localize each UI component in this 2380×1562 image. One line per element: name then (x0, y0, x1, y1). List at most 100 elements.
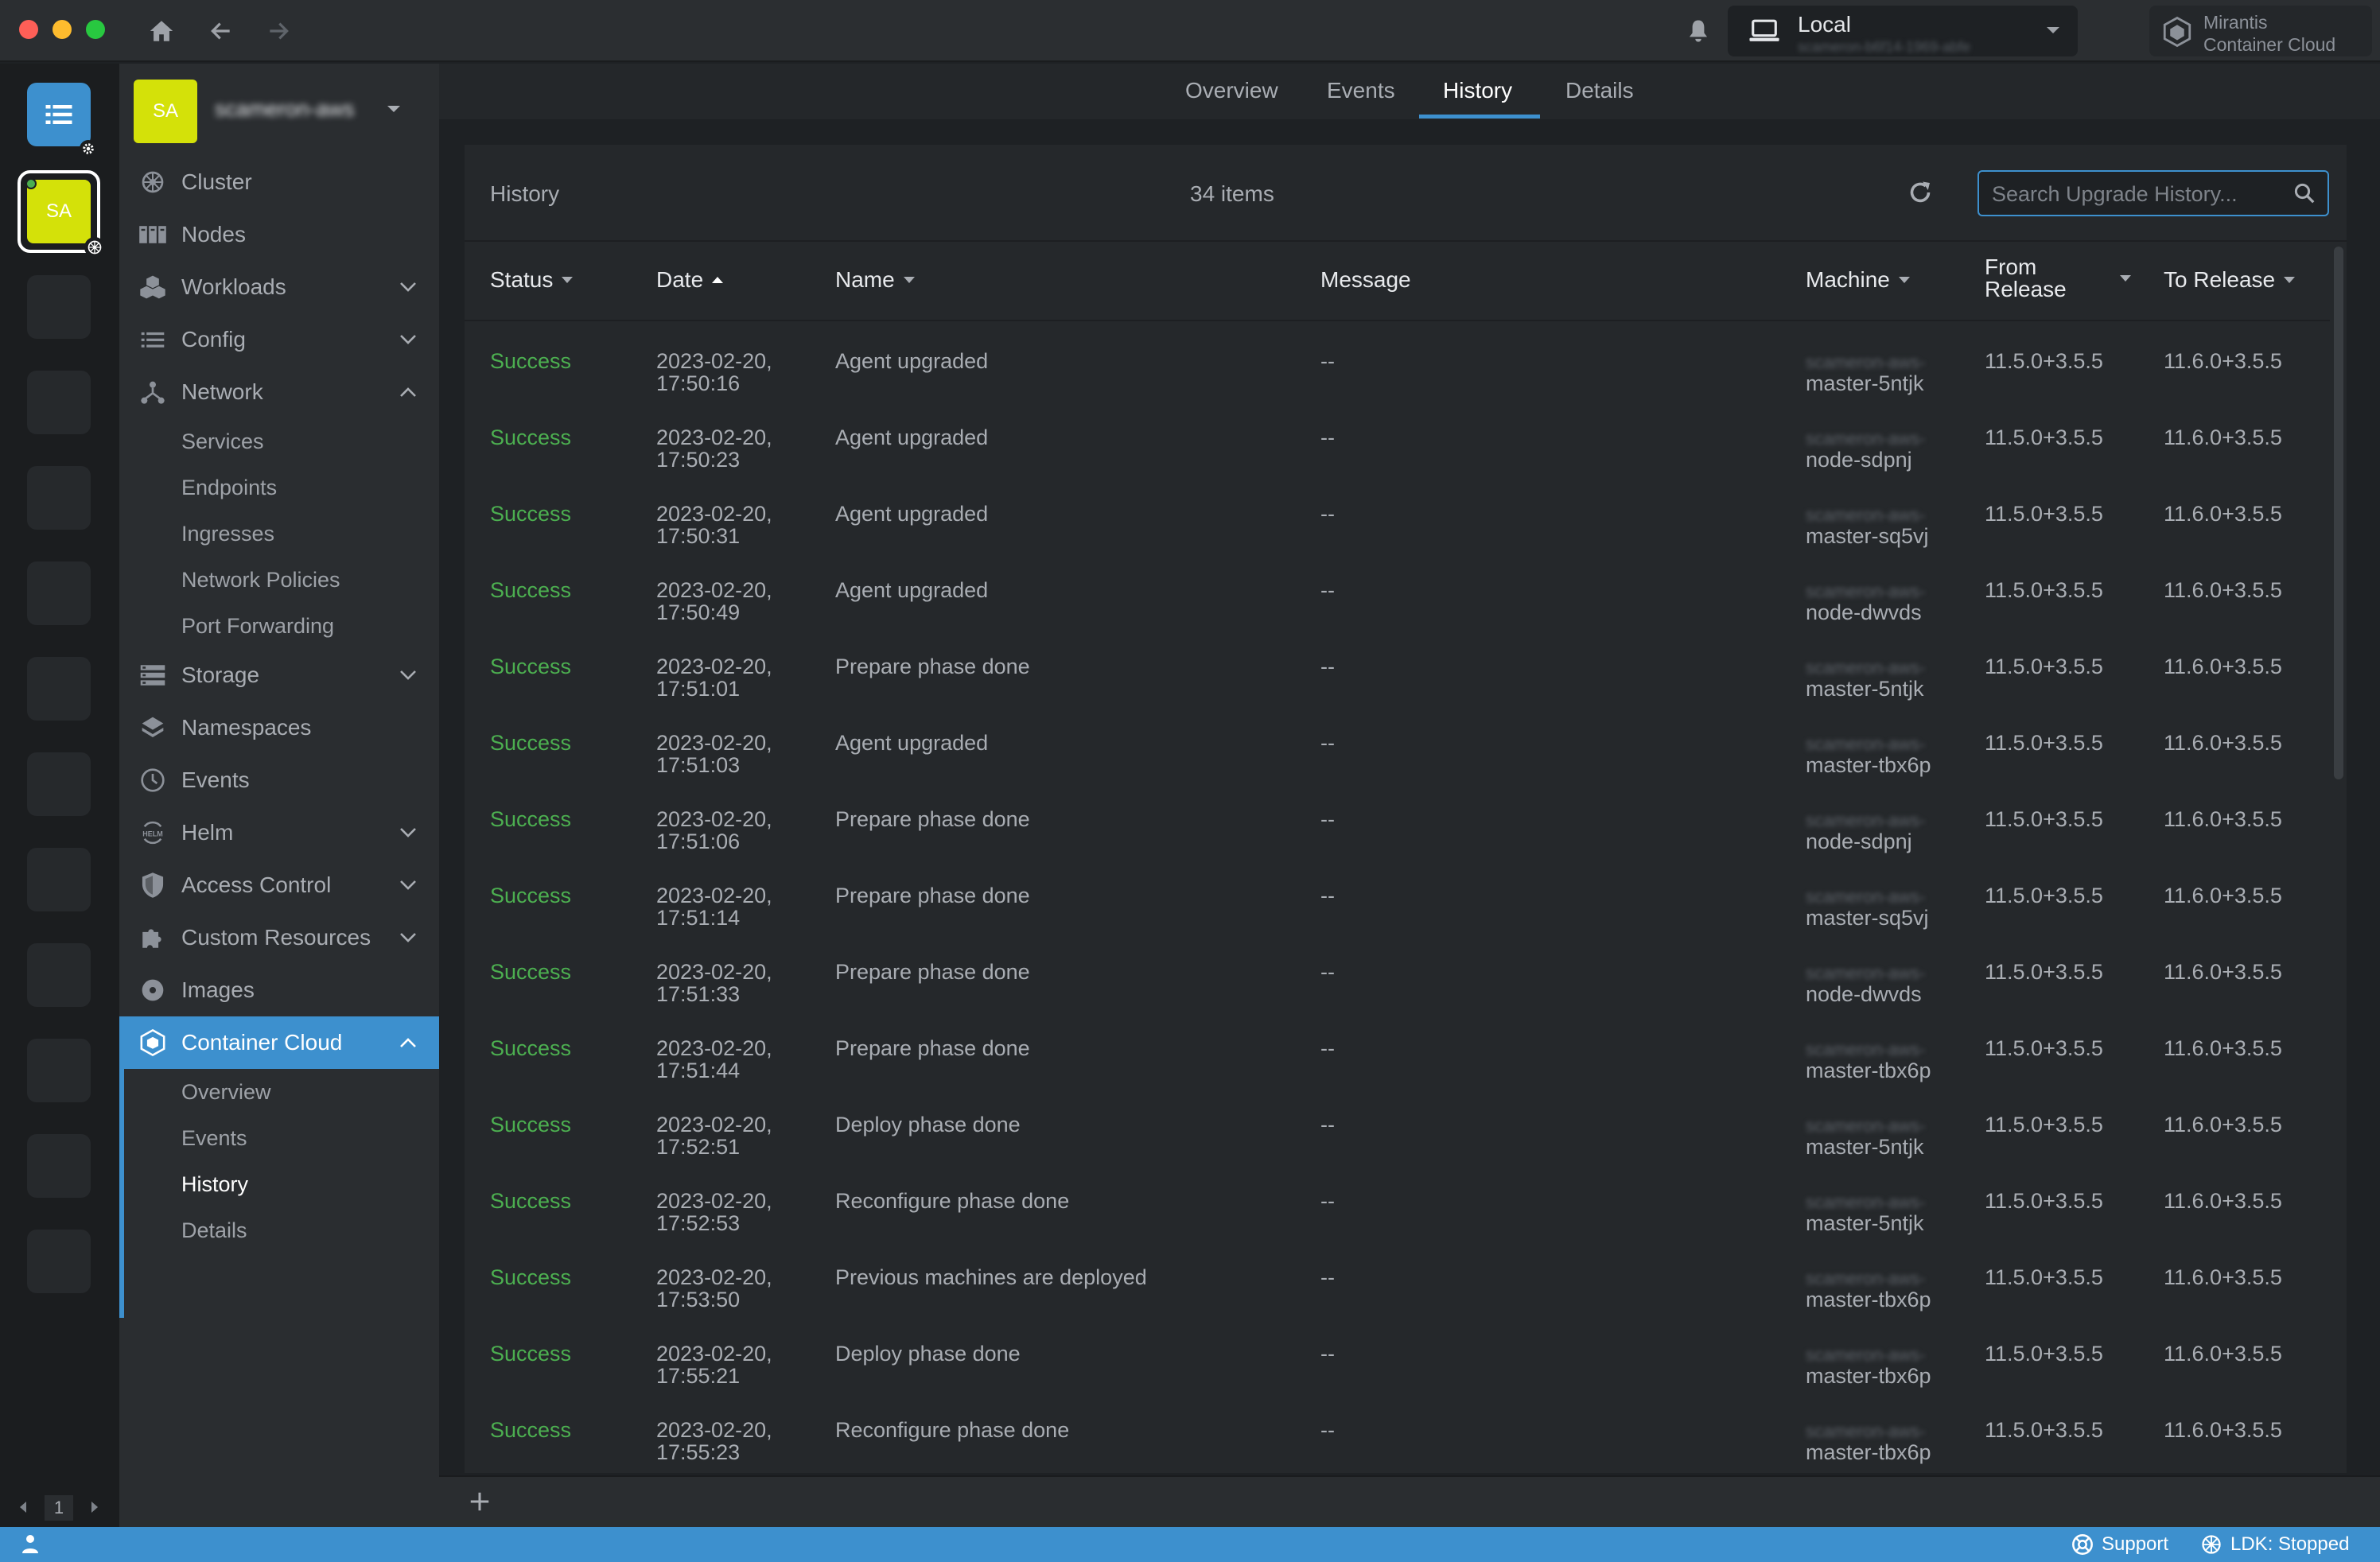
sidebar-subitem-services[interactable]: Services (181, 429, 264, 454)
sidebar-item-helm[interactable]: HELM Helm (119, 806, 439, 859)
sort-down-icon (562, 277, 574, 283)
table-row[interactable]: Success 2023-02-20, 17:55:23 Reconfigure ph… (465, 1403, 2330, 1479)
table-row[interactable]: Success 2023-02-20, 17:50:23 Agent upgraded… (465, 410, 2330, 487)
cell-date: 2023-02-20, (656, 1189, 772, 1213)
chevron-down-icon[interactable] (387, 103, 401, 118)
sidebar-subitem-port-forwarding[interactable]: Port Forwarding (181, 614, 334, 639)
sidebar-subitem-events[interactable]: Events (181, 1126, 247, 1151)
column-header-name[interactable]: Name (835, 267, 916, 293)
maximize-window-button[interactable] (86, 20, 105, 39)
cell-machine: master-5ntjk (1806, 1211, 1924, 1235)
sidebar-subitem-network-policies[interactable]: Network Policies (181, 568, 340, 593)
back-arrow-icon[interactable] (204, 14, 238, 48)
column-header-date[interactable]: Date (656, 267, 724, 293)
close-window-button[interactable] (19, 20, 38, 39)
sidebar-item-cluster[interactable]: Cluster (119, 156, 439, 208)
sidebar-item-custom-resources[interactable]: Custom Resources (119, 911, 439, 964)
empty-hotbar-slot[interactable] (27, 943, 91, 1007)
cell-time: 17:52:53 (656, 1211, 741, 1235)
empty-hotbar-slot[interactable] (27, 371, 91, 434)
cell-machine-prefix: scameron-aws- (1806, 429, 1926, 449)
empty-hotbar-slot[interactable] (27, 561, 91, 625)
sidebar-subitem-ingresses[interactable]: Ingresses (181, 522, 274, 546)
empty-hotbar-slot[interactable] (27, 1134, 91, 1198)
helm-icon: HELM (137, 817, 169, 849)
search-input[interactable] (1992, 180, 2278, 208)
sidebar-item-storage[interactable]: Storage (119, 649, 439, 701)
sidebar-item-namespaces[interactable]: Namespaces (119, 701, 439, 754)
empty-hotbar-slot[interactable] (27, 1230, 91, 1293)
sidebar-subitem-endpoints[interactable]: Endpoints (181, 476, 277, 500)
sidebar-subitem-overview[interactable]: Overview (181, 1080, 271, 1105)
sidebar-item-workloads[interactable]: Workloads (119, 261, 439, 313)
table-row[interactable]: Success 2023-02-20, 17:51:33 Prepare phase … (465, 945, 2330, 1021)
column-header-machine[interactable]: Machine (1806, 267, 1911, 293)
table-row[interactable]: Success 2023-02-20, 17:52:53 Reconfigure ph… (465, 1174, 2330, 1250)
empty-hotbar-slot[interactable] (27, 275, 91, 339)
sidebar-item-access-control[interactable]: Access Control (119, 859, 439, 911)
cell-time: 17:50:49 (656, 600, 741, 624)
sidebar-item-container-cloud[interactable]: Container Cloud (119, 1016, 439, 1069)
tab-details[interactable]: Details (1565, 78, 1634, 103)
sidebar-item-events[interactable]: Events (119, 754, 439, 806)
column-header-from-release[interactable]: From Release (1985, 256, 2132, 301)
empty-hotbar-slot[interactable] (27, 466, 91, 530)
sidebar-item-images[interactable]: Images (119, 964, 439, 1016)
column-header-message[interactable]: Message (1320, 267, 1411, 293)
empty-hotbar-slot[interactable] (27, 1039, 91, 1102)
support-link[interactable]: Support (2071, 1533, 2168, 1556)
minimize-window-button[interactable] (52, 20, 72, 39)
table-row[interactable]: Success 2023-02-20, 17:53:50 Previous machi… (465, 1250, 2330, 1327)
sidebar-item-config[interactable]: Config (119, 313, 439, 366)
table-row[interactable]: Success 2023-02-20, 17:51:01 Prepare phase … (465, 639, 2330, 716)
catalog-button[interactable] (27, 83, 91, 146)
user-icon[interactable] (21, 1533, 40, 1558)
table-row[interactable]: Success 2023-02-20, 17:50:31 Agent upgraded… (465, 487, 2330, 563)
active-cluster-hotbar-item[interactable]: SA (18, 170, 105, 258)
table-row[interactable]: Success 2023-02-20, 17:55:21 Deploy phase d… (465, 1327, 2330, 1403)
empty-hotbar-slot[interactable] (27, 848, 91, 911)
workspace-name[interactable]: scameron-aws (215, 97, 355, 122)
mirantis-container-cloud-badge[interactable]: Mirantis Container Cloud (2149, 6, 2372, 56)
sidebar-item-label: Cluster (181, 169, 252, 194)
tab-history[interactable]: History (1443, 78, 1512, 103)
cell-from-release: 11.5.0+3.5.5 (1985, 731, 2103, 755)
table-row[interactable]: Success 2023-02-20, 17:51:06 Prepare phase … (465, 792, 2330, 868)
chevron-right-icon[interactable] (89, 1500, 100, 1518)
bell-icon[interactable] (1682, 14, 1715, 48)
cluster-selector[interactable]: Local scameron-b6f14-1969-abfe (1728, 6, 2078, 56)
forward-arrow-icon[interactable] (262, 14, 295, 48)
sidebar-item-label: Events (181, 767, 250, 792)
table-row[interactable]: Success 2023-02-20, 17:50:49 Agent upgraded… (465, 563, 2330, 639)
empty-hotbar-slot[interactable] (27, 752, 91, 816)
sidebar-item-label: Access Control (181, 872, 332, 897)
table-row[interactable]: Success 2023-02-20, 17:51:44 Prepare phase … (465, 1021, 2330, 1098)
cell-time: 17:51:01 (656, 677, 741, 701)
plus-icon[interactable] (468, 1490, 492, 1517)
cell-machine: master-sq5vj (1806, 524, 1929, 548)
sidebar-subitem-details[interactable]: Details (181, 1218, 247, 1243)
chevron-left-icon[interactable] (18, 1500, 29, 1518)
scrollbar-thumb[interactable] (2334, 247, 2343, 779)
table-row[interactable]: Success 2023-02-20, 17:51:14 Prepare phase … (465, 868, 2330, 945)
empty-hotbar-slot[interactable] (27, 657, 91, 721)
column-header-label: Name (835, 267, 895, 292)
home-icon[interactable] (145, 14, 178, 48)
cell-status: Success (490, 655, 572, 678)
refresh-icon[interactable] (1906, 178, 1935, 211)
search-icon[interactable] (2292, 181, 2316, 209)
table-row[interactable]: Success 2023-02-20, 17:50:16 Agent upgraded… (465, 334, 2330, 410)
search-box[interactable] (1978, 170, 2329, 216)
tab-events[interactable]: Events (1327, 78, 1395, 103)
sidebar-item-network[interactable]: Network (119, 366, 439, 418)
column-header-to-release[interactable]: To Release (2164, 267, 2296, 293)
cell-status: Success (490, 1265, 572, 1289)
column-header-status[interactable]: Status (490, 267, 574, 293)
tab-overview[interactable]: Overview (1185, 78, 1278, 103)
table-row[interactable]: Success 2023-02-20, 17:51:03 Agent upgraded… (465, 716, 2330, 792)
table-row[interactable]: Success 2023-02-20, 17:52:51 Deploy phase d… (465, 1098, 2330, 1174)
sidebar-subitem-history[interactable]: History (181, 1172, 248, 1197)
ldk-status[interactable]: LDK: Stopped (2200, 1533, 2349, 1556)
sidebar-item-nodes[interactable]: Nodes (119, 208, 439, 261)
dock (439, 1475, 2380, 1527)
